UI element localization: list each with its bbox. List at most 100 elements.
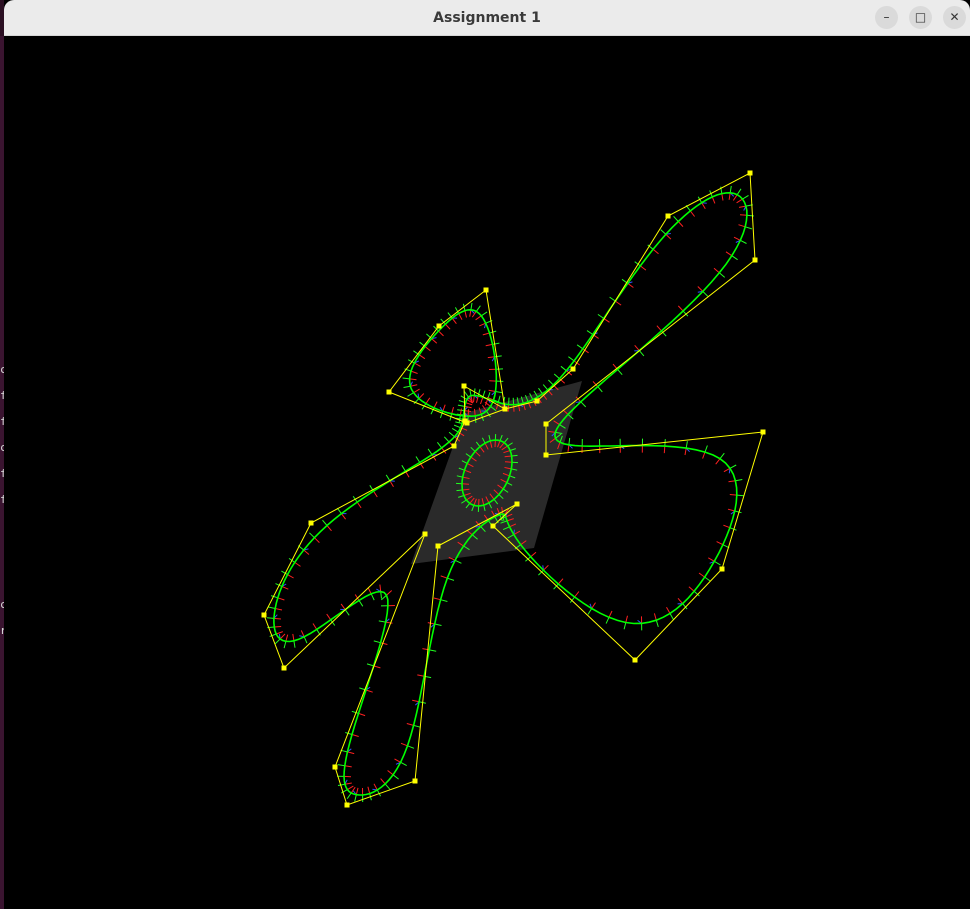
normal-tick-green [373,640,381,644]
normal-tick-red [567,444,570,452]
normal-tick-red [739,214,747,216]
normal-tick-green [623,622,627,630]
normal-tick-green [729,527,737,531]
normal-tick-red [314,537,320,543]
normal-tick-red [723,467,731,473]
normal-tick-green [638,350,645,357]
normal-tick-red [723,524,731,529]
control-point[interactable] [386,389,392,395]
normal-tick-red [738,224,746,228]
normal-tick-red [274,626,282,628]
control-point[interactable] [514,501,520,507]
normal-tick-green [407,745,415,749]
normal-tick-red [418,354,426,360]
normal-tick-red [469,309,472,317]
normal-tick-red [417,674,425,677]
minimize-button[interactable]: – [875,6,898,29]
control-point[interactable] [412,778,418,784]
normal-tick-green [337,764,345,767]
normal-tick-red [487,356,495,359]
control-point[interactable] [490,523,496,529]
maximize-button[interactable]: □ [909,6,932,29]
normal-tick-red [373,783,378,791]
normal-tick-red [367,786,371,794]
control-point[interactable] [719,566,725,572]
control-point[interactable] [747,170,753,176]
control-point[interactable] [483,287,489,293]
control-point[interactable] [760,429,766,435]
control-point[interactable] [281,665,287,671]
title-bar[interactable]: Assignment 1 – □ ✕ [4,0,970,36]
app-window: Assignment 1 – □ ✕ [4,0,970,909]
normal-tick-green [560,365,567,372]
control-point[interactable] [422,531,428,537]
normal-tick-red [358,712,366,717]
normal-tick-green [455,421,463,424]
normal-tick-green [437,441,443,449]
normal-tick-green [427,448,433,455]
control-point[interactable] [261,612,267,618]
normal-tick-red [394,758,401,763]
control-point[interactable] [308,520,314,526]
normal-tick-red [736,198,743,204]
normal-tick-green [400,761,407,767]
opengl-canvas[interactable] [4,36,970,909]
control-point[interactable] [502,406,508,412]
normal-tick-red [482,332,490,336]
normal-tick-red [677,305,684,312]
control-point[interactable] [632,657,638,663]
control-point[interactable] [570,366,576,372]
control-point[interactable] [543,452,549,458]
normal-tick-green [458,415,461,423]
normal-tick-green [385,474,391,482]
normal-tick-red [729,494,737,496]
normal-tick-red [480,397,484,405]
control-point[interactable] [435,543,441,549]
normal-tick-red [557,578,564,585]
control-point[interactable] [543,421,549,427]
control-point[interactable] [665,213,671,219]
normal-tick-red [433,401,438,409]
normal-tick-red [476,395,479,403]
curve-scene[interactable] [4,36,970,909]
close-button[interactable]: ✕ [943,6,966,29]
normal-tick-red [276,631,283,635]
normal-tick-green [655,620,659,628]
control-point[interactable] [752,257,758,263]
normal-tick-red [688,586,695,592]
normal-tick-green [609,296,616,302]
control-point[interactable] [344,802,350,808]
normal-tick-green [736,188,742,195]
normal-tick-red [708,557,715,562]
normal-tick-green [392,774,399,780]
normal-tick-green [553,373,560,379]
normal-tick-red [373,665,381,669]
normal-tick-green [346,792,352,799]
normal-tick-red [574,591,580,598]
control-point[interactable] [464,420,470,426]
normal-tick-green [270,595,278,599]
normal-tick-red [355,787,359,795]
control-point[interactable] [534,398,540,404]
normal-tick-green [702,291,709,297]
normal-tick-red [292,633,295,641]
normal-tick-red [677,221,684,227]
normal-tick-green [453,424,461,429]
normal-tick-green [475,305,481,312]
normal-tick-red [279,633,286,640]
normal-tick-red [663,446,666,454]
normal-tick-red [716,541,724,546]
normal-tick-green [268,606,276,609]
normal-tick-red [530,551,537,558]
normal-tick-green [429,649,437,652]
normal-tick-red [627,282,634,288]
normal-tick-green [568,356,575,362]
control-point[interactable] [436,323,442,329]
normal-tick-green [413,724,421,728]
control-point[interactable] [332,764,338,770]
normal-tick-green [354,794,357,802]
normal-tick-red [367,587,372,595]
control-point[interactable] [461,383,467,389]
normal-tick-green [568,437,571,445]
control-point[interactable] [451,443,457,449]
